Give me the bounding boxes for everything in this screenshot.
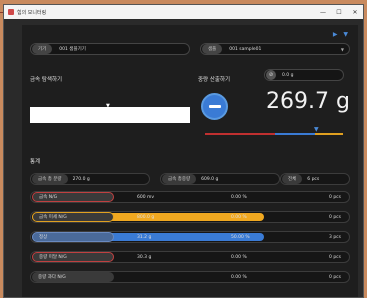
nav-arrows-icon[interactable]: ▶ ▼ (333, 31, 350, 38)
stats-row: 금속 미세 N/G 800.0 g 0.00 % 0 pcs (30, 211, 350, 223)
weight-readout: 269.7 g (266, 89, 350, 114)
stats-row: 정상 31.2 g 50.00 % 3 pcs (30, 231, 350, 243)
row-value: 600 mv (137, 194, 155, 200)
range-bar-over (315, 133, 343, 135)
stat-metal-weight: 금속 총중량 609.0 g (160, 173, 280, 185)
row-count: 3 pcs (329, 234, 341, 240)
stat-label: 전체 (282, 174, 303, 184)
window-controls: — ☐ ✕ (315, 9, 363, 16)
row-percent: 50.00 % (231, 234, 250, 240)
row-value: 31.2 g (137, 234, 152, 240)
sample-select[interactable]: 샘플 001 sample01 ▼ (200, 43, 350, 55)
title-bar: 힘의 모니터링 — ☐ ✕ (4, 5, 363, 19)
row-name: 정상 (32, 232, 114, 242)
row-name: 중량 과다 N/G (32, 272, 114, 282)
stats-row: 금속 N/G 600 mv 0.00 % 0 pcs (30, 191, 350, 203)
row-percent: 0.00 % (231, 214, 247, 220)
stat-metal-total: 금속 총 분량 270.0 g (30, 173, 150, 185)
device-field[interactable]: 기기 001 샘플기기 (30, 43, 190, 55)
sample-label: 샘플 (202, 44, 223, 54)
stat-value: 6 pcs (307, 176, 320, 182)
row-name: 중량 미달 N/G (32, 252, 114, 262)
metal-detect-title: 금속 탐색하기 (30, 77, 63, 83)
stat-value: 270.0 g (72, 176, 90, 182)
row-name: 금속 N/G (32, 192, 114, 202)
close-icon[interactable]: ✕ (347, 9, 363, 16)
row-count: 0 pcs (329, 214, 341, 220)
chevron-down-icon[interactable]: ▼ (341, 47, 344, 52)
device-value: 001 샘플기기 (59, 47, 86, 52)
row-count: 0 pcs (329, 274, 341, 280)
minimize-icon[interactable]: — (315, 9, 331, 16)
stats-row: 중량 과다 N/G 0.00 % 0 pcs (30, 271, 350, 283)
range-bar-under (205, 133, 275, 135)
range-marker-icon: ▼ (314, 126, 319, 133)
lock-icon[interactable]: ⊘ (266, 70, 276, 80)
app-icon (8, 9, 14, 15)
row-value: 800.0 g (137, 214, 155, 220)
row-value: 30.3 g (137, 254, 152, 260)
stats-title: 통계 (30, 159, 41, 165)
row-count: 0 pcs (329, 194, 341, 200)
maximize-icon[interactable]: ☐ (331, 9, 347, 16)
device-label: 기기 (32, 44, 53, 54)
stat-total: 전체 6 pcs (280, 173, 350, 185)
minus-icon (208, 105, 221, 108)
window-title: 힘의 모니터링 (17, 9, 47, 16)
lock-value: 0.0 g (282, 72, 294, 78)
row-name: 금속 미세 N/G (32, 212, 114, 222)
stat-label: 금속 총 분량 (32, 174, 68, 184)
app-window: 힘의 모니터링 — ☐ ✕ ▶ ▼ 기기 001 샘플기기 샘플 001 sam… (3, 4, 364, 298)
stats-row: 중량 미달 N/G 30.3 g 0.00 % 0 pcs (30, 251, 350, 263)
row-percent: 0.00 % (231, 274, 247, 280)
stat-value: 609.0 g (201, 176, 219, 182)
lock-field[interactable]: ⊘ 0.0 g (264, 69, 344, 81)
row-percent: 0.00 % (231, 254, 247, 260)
sample-value: 001 sample01 (229, 46, 262, 52)
main-panel: ▶ ▼ 기기 001 샘플기기 샘플 001 sample01 ▼ 금속 탐색하… (22, 25, 358, 297)
stat-label: 금속 총중량 (162, 174, 197, 184)
range-bar-normal (275, 133, 315, 135)
tare-minus-button[interactable] (201, 93, 228, 120)
row-count: 0 pcs (329, 254, 341, 260)
weight-calc-title: 중량 산출하기 (198, 77, 231, 83)
row-percent: 0.00 % (231, 194, 247, 200)
metal-signal-area (30, 107, 190, 123)
